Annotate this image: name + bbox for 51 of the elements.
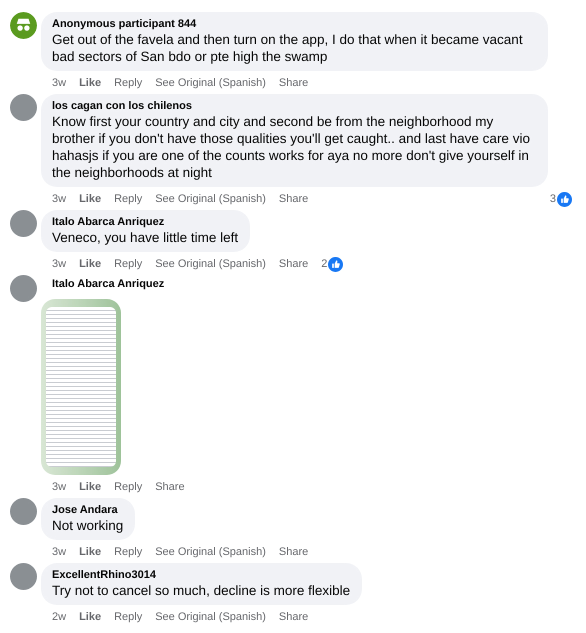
comment-action-link[interactable]: Like [79, 481, 102, 493]
comment-action-link[interactable]: See Original (Spanish) [155, 546, 266, 558]
comment-action-link[interactable]: See Original (Spanish) [155, 193, 266, 205]
comment-action-link[interactable]: Share [278, 546, 308, 558]
comment-action-link[interactable]: Like [79, 611, 102, 623]
avatar-photo-placeholder[interactable] [10, 563, 37, 590]
author-name[interactable]: Jose Andara [52, 503, 124, 517]
comment-text: Get out of the favela and then turn on the app, I do that when it became vacant bad sectors of San bdo or pte high the swamp [52, 31, 524, 65]
reaction-count[interactable]: 2 [321, 258, 328, 270]
comment-action-link[interactable]: Like [79, 258, 102, 270]
avatar-photo-placeholder[interactable] [10, 94, 37, 121]
comment-time[interactable]: 3w [52, 193, 66, 205]
comment-action-link[interactable]: Share [278, 193, 308, 205]
avatar-photo-placeholder[interactable] [10, 498, 37, 525]
avatar-photo-placeholder[interactable] [10, 210, 37, 237]
author-name[interactable]: Anonymous participant 844 [52, 17, 536, 31]
comment-action-link[interactable]: Reply [114, 258, 142, 270]
comment-time[interactable]: 3w [52, 77, 66, 89]
comment-action-link[interactable]: See Original (Spanish) [155, 77, 266, 89]
comment-action-link[interactable]: Reply [114, 77, 142, 89]
comment-time[interactable]: 2w [52, 611, 66, 623]
avatar-photo-placeholder[interactable] [10, 275, 37, 302]
comment-action-link[interactable]: Like [79, 77, 102, 89]
comment-text: Veneco, you have little time left [52, 229, 238, 246]
comment-action-link[interactable]: See Original (Spanish) [155, 258, 266, 270]
author-name[interactable]: Italo Abarca Anriquez [52, 215, 238, 229]
anonymous-avatar-icon[interactable] [10, 12, 37, 39]
comment-time[interactable]: 3w [52, 546, 66, 558]
reaction-count[interactable]: 3 [550, 193, 556, 205]
phone-screenshot-placeholder[interactable] [41, 299, 121, 475]
comment-action-link[interactable]: Share [278, 258, 308, 270]
author-name[interactable]: los cagan con los chilenos [52, 99, 536, 113]
comment-action-link[interactable]: Reply [114, 193, 142, 205]
comment-action-link[interactable]: Like [79, 546, 102, 558]
like-icon[interactable] [557, 192, 572, 206]
comment-time[interactable]: 3w [52, 258, 66, 270]
comment-action-link[interactable]: Reply [114, 481, 142, 493]
comment-text: Try not to cancel so much, decline is more flexible [52, 582, 350, 599]
comment-action-link[interactable]: See Original (Spanish) [155, 611, 266, 623]
comment-action-link[interactable]: Like [79, 193, 102, 205]
comment-text: Not working [52, 517, 124, 534]
author-name[interactable]: ExcellentRhino3014 [52, 568, 350, 582]
comment-action-link[interactable]: Reply [114, 546, 142, 558]
comment-action-link[interactable]: Reply [114, 611, 142, 623]
comment-time[interactable]: 3w [52, 481, 66, 493]
comment-action-link[interactable]: Share [278, 611, 308, 623]
comment-text: Know first your country and city and second be from the neighborhood my brother if you don't have those qualities you'll get caught.. and last have care vio hahasjs if you are one of the counts works for aya no more don't give yourself in the neighborhoods at night [52, 113, 531, 181]
comment-action-link[interactable]: Share [278, 77, 308, 89]
author-name[interactable]: Italo Abarca Anriquez [52, 277, 164, 291]
comment-action-link[interactable]: Share [155, 481, 185, 493]
like-icon[interactable] [328, 256, 344, 272]
